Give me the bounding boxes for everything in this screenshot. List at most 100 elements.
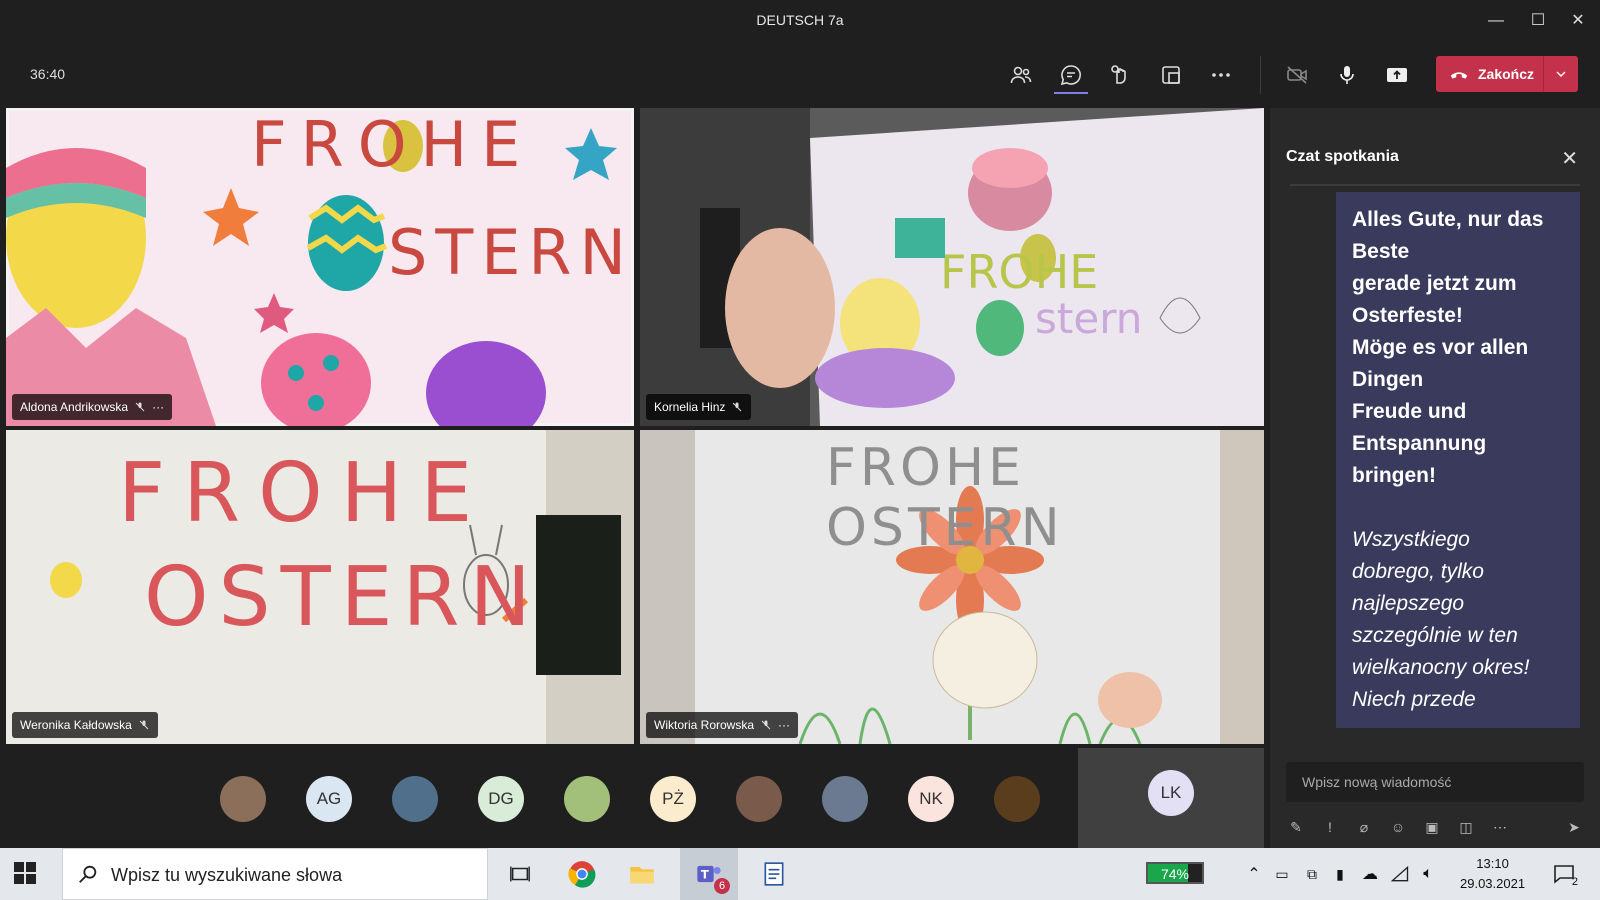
teams-badge: 6	[714, 878, 730, 894]
close-chat-icon[interactable]: ✕	[1561, 146, 1578, 171]
svg-text:FROHE: FROHE	[940, 245, 1098, 299]
window-title: DEUTSCH 7a	[756, 12, 844, 28]
document-icon[interactable]	[756, 856, 792, 892]
avatar-photo-7[interactable]	[736, 776, 782, 822]
format-icon[interactable]: ✎	[1286, 819, 1306, 836]
microphone-icon[interactable]	[1330, 58, 1364, 92]
avatar-initials: LK	[1160, 783, 1182, 802]
rooms-icon[interactable]	[1154, 58, 1188, 92]
video-tile-aldona[interactable]: FROHE STERN Aldona Andrikowska ···	[6, 108, 634, 426]
chat-divider	[1290, 184, 1580, 186]
share-screen-icon[interactable]	[1380, 58, 1414, 92]
end-call-dropdown[interactable]	[1543, 56, 1578, 92]
battery-percent: 74%	[1160, 866, 1190, 882]
more-compose-icon[interactable]: ⋯	[1490, 819, 1510, 836]
chat-icon[interactable]	[1054, 58, 1088, 94]
participant-more-icon[interactable]: ···	[152, 400, 164, 414]
title-bar: DEUTSCH 7a — ☐ ✕	[0, 0, 1600, 43]
chat-message-input[interactable]: Wpisz nową wiadomość	[1286, 762, 1584, 802]
notification-count: 2	[1571, 876, 1578, 888]
drawing-caption-title: FROHE	[118, 446, 491, 541]
gif-icon[interactable]: ▣	[1422, 819, 1442, 836]
clock-date: 29.03.2021	[1460, 876, 1526, 891]
send-icon[interactable]: ➤	[1564, 819, 1584, 836]
avatar-initials: AG	[316, 789, 342, 808]
search-icon	[79, 865, 97, 883]
video-tile-wiktoria[interactable]: FROHE OSTERN Wiktoria Rorowska ···	[640, 430, 1264, 744]
participant-name-tag: Weronika Kałdowska	[12, 712, 158, 738]
minimize-button[interactable]: —	[1476, 6, 1516, 36]
taskbar-clock[interactable]: 13:10 29.03.2021	[1460, 854, 1525, 894]
avatar-ag[interactable]: AG	[306, 776, 352, 822]
end-call-button[interactable]: Zakończ	[1436, 56, 1578, 92]
windows-start-icon[interactable]	[14, 862, 36, 884]
avatar-photo-5[interactable]	[564, 776, 610, 822]
chat-pane: Czat spotkania ✕ Alles Gute, nur das Bes…	[1270, 108, 1600, 848]
clock-time: 13:10	[1476, 856, 1509, 871]
reactions-icon[interactable]	[1104, 58, 1138, 92]
volume-icon[interactable]: 🔈︎	[1410, 856, 1446, 892]
more-options-icon[interactable]	[1204, 58, 1238, 92]
search-text: Wpisz tu wyszukiwane słowa	[111, 865, 343, 885]
battery-indicator: 74%	[1146, 862, 1204, 884]
avatar-photo-3[interactable]	[392, 776, 438, 822]
meeting-toolbar: 36:40 Zakończ	[0, 42, 1600, 108]
svg-text:T: T	[701, 868, 709, 882]
active-participant-box: LK	[1078, 748, 1264, 848]
mic-muted-icon	[733, 402, 742, 412]
video-tile-weronika[interactable]: FROHE OSTERN Weronika Kałdowska	[6, 430, 634, 744]
participant-name-tag: Wiktoria Rorowska ···	[646, 712, 799, 738]
easter-drawing-2: FROHE stern	[640, 108, 1264, 426]
chat-message: Alles Gute, nur das Beste gerade jetzt z…	[1336, 192, 1580, 728]
drawing-caption-title: FROHE	[251, 108, 535, 181]
avatar-photo-8[interactable]	[822, 776, 868, 822]
avatar-photo-1[interactable]	[220, 776, 266, 822]
participants-icon[interactable]	[1004, 58, 1038, 92]
participant-name: Wiktoria Rorowska	[654, 718, 755, 732]
chat-message-polish: Wszystkiego dobrego, tylko najlepszego s…	[1352, 528, 1530, 711]
participant-name: Kornelia Hinz	[654, 400, 726, 414]
sticker-icon[interactable]: ◫	[1456, 819, 1476, 836]
task-view-icon[interactable]	[502, 856, 538, 892]
avatar-nk[interactable]: NK	[908, 776, 954, 822]
file-explorer-icon[interactable]	[624, 856, 660, 892]
participant-name: Weronika Kałdowska	[20, 718, 132, 732]
avatar-dg[interactable]: DG	[478, 776, 524, 822]
notifications-icon[interactable]: 2	[1546, 856, 1582, 892]
end-call-label: Zakończ	[1478, 66, 1535, 82]
avatar-initials: NK	[919, 789, 943, 808]
toolbar-divider	[1260, 56, 1261, 94]
windows-taskbar: Wpisz tu wyszukiwane słowa T 6 74% ⌃ ▭ ⧉…	[0, 848, 1600, 900]
chrome-icon[interactable]	[564, 856, 600, 892]
mic-muted-icon	[761, 720, 771, 730]
drawing-caption-sub: STERN	[388, 216, 634, 289]
drawing-caption-title: FROHE OSTERN	[826, 438, 1064, 558]
attach-icon[interactable]: ⌀	[1354, 819, 1374, 836]
avatar-photo-10[interactable]	[994, 776, 1040, 822]
participant-roster: AG DG PŻ NK LK	[0, 748, 1270, 848]
avatar-initials: DG	[488, 789, 514, 808]
maximize-button[interactable]: ☐	[1518, 6, 1558, 36]
teams-icon[interactable]: T 6	[680, 848, 738, 900]
camera-off-icon[interactable]	[1280, 58, 1314, 92]
avatar-pż[interactable]: PŻ	[650, 776, 696, 822]
chat-message-german: Alles Gute, nur das Beste gerade jetzt z…	[1352, 208, 1544, 487]
chevron-down-icon	[1556, 71, 1566, 77]
phone-hangup-icon	[1450, 72, 1468, 79]
mic-muted-icon	[139, 720, 149, 730]
chat-title: Czat spotkania	[1286, 148, 1399, 165]
svg-text:stern: stern	[1035, 294, 1142, 343]
important-icon[interactable]: !	[1320, 819, 1340, 835]
video-tile-kornelia[interactable]: FROHE stern Kornelia Hinz	[640, 108, 1264, 426]
close-window-button[interactable]: ✕	[1558, 6, 1598, 36]
participant-name: Aldona Andrikowska	[20, 400, 129, 414]
mic-muted-icon	[135, 402, 145, 412]
emoji-icon[interactable]: ☺	[1388, 819, 1408, 835]
participant-name-tag: Aldona Andrikowska ···	[12, 394, 173, 420]
avatar-lk[interactable]: LK	[1148, 770, 1194, 816]
video-grid: FROHE STERN Aldona Andrikowska ··· FROHE…	[0, 108, 1270, 748]
drawing-caption-sub: OSTERN	[144, 550, 541, 645]
chat-compose-tools: ✎ ! ⌀ ☺ ▣ ◫ ⋯ ➤	[1286, 812, 1584, 842]
taskbar-search-box[interactable]: Wpisz tu wyszukiwane słowa	[62, 848, 488, 900]
participant-more-icon[interactable]: ···	[778, 718, 790, 732]
